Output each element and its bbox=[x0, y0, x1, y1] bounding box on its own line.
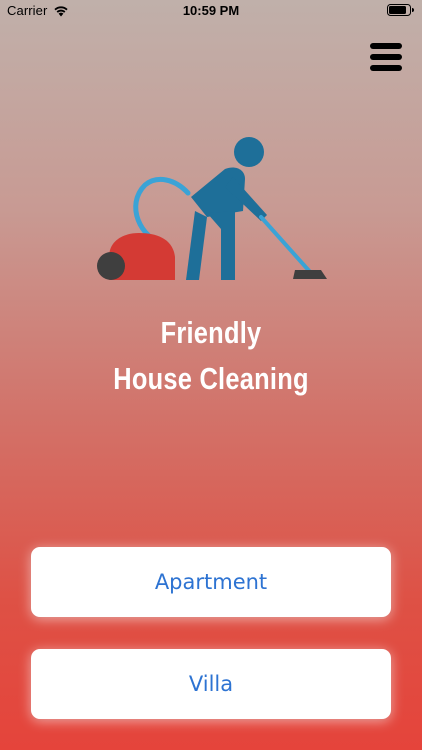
app-screen: Carrier 10:59 PM Friendly House Cleaning… bbox=[0, 0, 422, 750]
apartment-button[interactable]: Apartment bbox=[31, 547, 391, 617]
app-title-line-2: House Cleaning bbox=[113, 361, 309, 396]
status-time: 10:59 PM bbox=[182, 3, 240, 18]
battery-icon bbox=[387, 4, 414, 16]
hamburger-menu-icon bbox=[370, 43, 402, 71]
app-title-line-1: Friendly bbox=[160, 315, 262, 350]
app-title: Friendly House Cleaning bbox=[38, 310, 384, 402]
status-bar: Carrier 10:59 PM bbox=[0, 0, 422, 22]
villa-button[interactable]: Villa bbox=[31, 649, 391, 719]
menu-button[interactable] bbox=[368, 40, 404, 74]
person-vacuuming-icon bbox=[97, 137, 327, 280]
